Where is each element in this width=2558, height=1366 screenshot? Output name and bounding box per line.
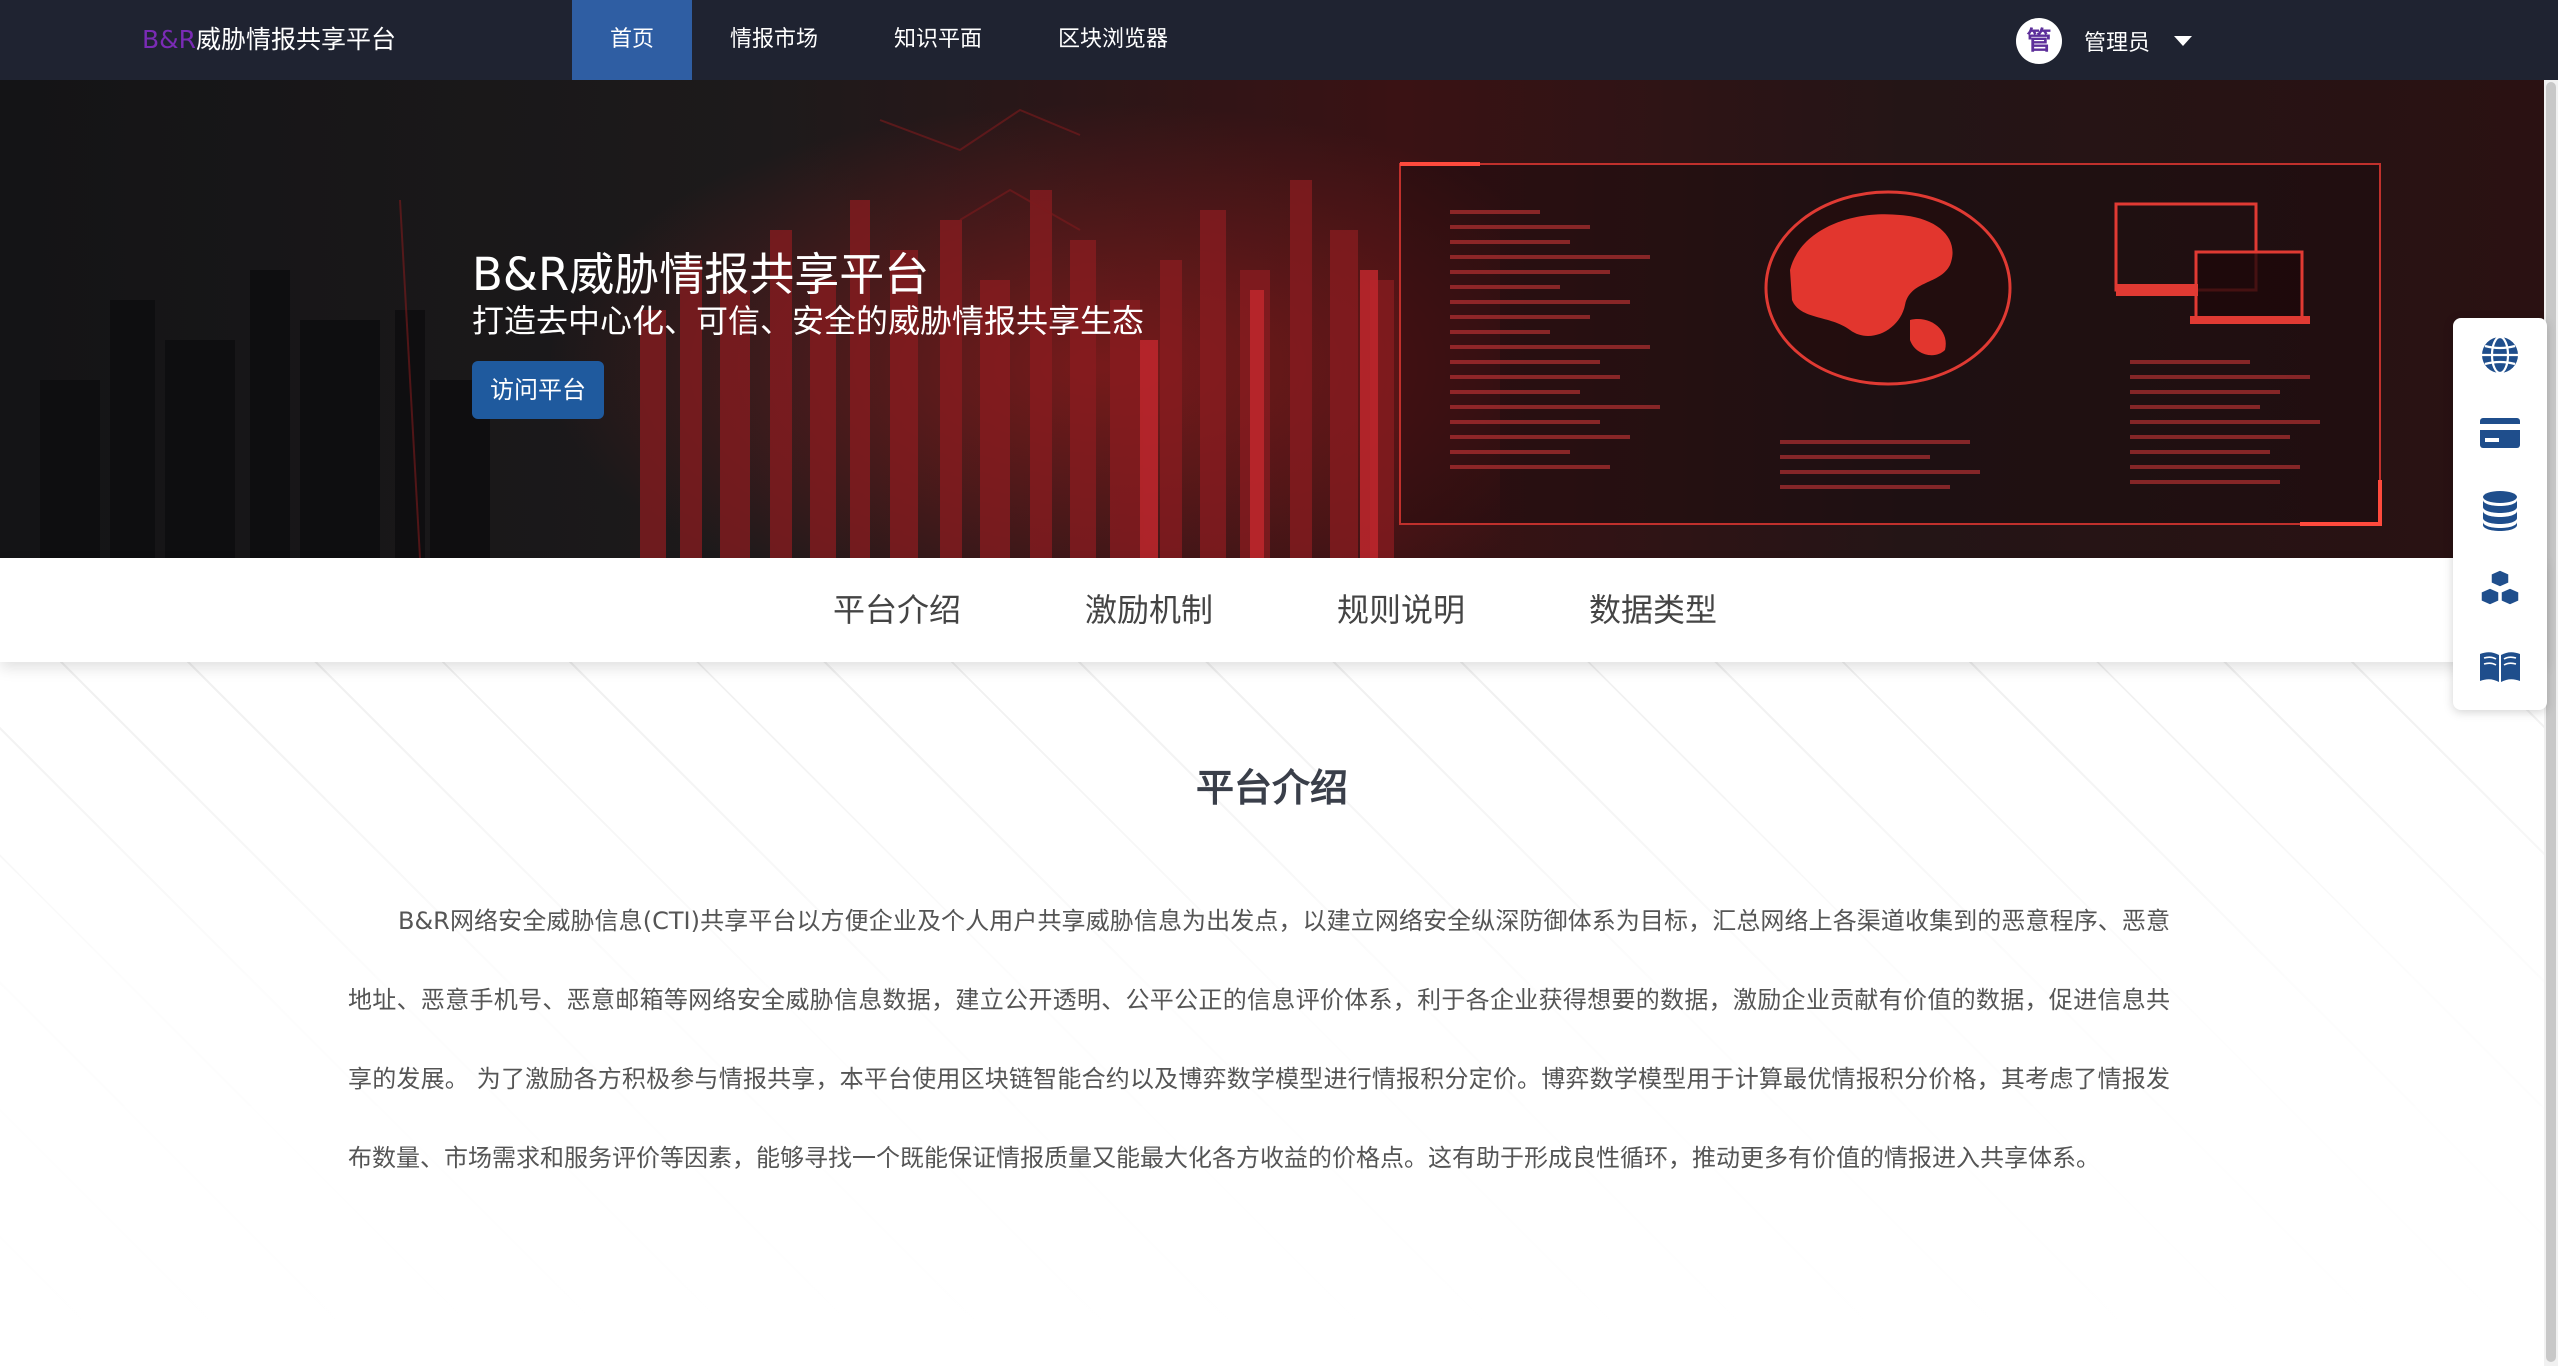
content-area: 平台介绍 B&R网络安全威胁信息(CTI)共享平台以方便企业及个人用户共享威胁信…	[0, 662, 2544, 1366]
chevron-down-icon[interactable]	[2174, 36, 2193, 46]
book-icon[interactable]	[2477, 644, 2523, 690]
section-tabs: 平台介绍 激励机制 规则说明 数据类型	[0, 558, 2544, 662]
nav-item-home[interactable]: 首页	[572, 0, 693, 80]
brand-name: 威胁情报共享平台	[196, 25, 397, 54]
globe-icon[interactable]	[2477, 332, 2523, 378]
section-title: 平台介绍	[1195, 766, 1348, 810]
section-body: B&R网络安全威胁信息(CTI)共享平台以方便企业及个人用户共享威胁信息为出发点…	[348, 907, 2170, 1172]
nav-item-knowledge-plane[interactable]: 知识平面	[856, 0, 1020, 80]
tab-platform-intro[interactable]: 平台介绍	[833, 558, 961, 662]
credit-card-icon[interactable]	[2477, 410, 2523, 456]
tab-data-types[interactable]: 数据类型	[1589, 558, 1717, 662]
nav-item-block-explorer[interactable]: 区块浏览器	[1020, 0, 1206, 80]
top-nav: B&R威胁情报共享平台 首页 情报市场 知识平面 区块浏览器 管 管理员	[0, 0, 2558, 80]
tab-rules[interactable]: 规则说明	[1337, 558, 1465, 662]
avatar[interactable]: 管	[2016, 18, 2062, 64]
hero-illustration	[40, 108, 2382, 558]
cubes-icon[interactable]	[2477, 566, 2523, 612]
user-menu[interactable]: 管 管理员	[2016, 18, 2193, 64]
hero-subtitle: 打造去中心化、可信、安全的威胁情报共享生态	[472, 302, 1145, 340]
nav-item-intel-market[interactable]: 情报市场	[692, 0, 856, 80]
database-icon[interactable]	[2477, 488, 2523, 534]
main-nav: 首页 情报市场 知识平面 区块浏览器	[572, 0, 1206, 80]
brand-prefix: B&R	[142, 25, 197, 54]
scrollbar-thumb[interactable]	[2546, 82, 2556, 1362]
side-toolbar	[2453, 318, 2547, 710]
hero-banner: B&R威胁情报共享平台 打造去中心化、可信、安全的威胁情报共享生态 访问平台	[0, 80, 2544, 558]
visit-platform-button[interactable]: 访问平台	[472, 361, 604, 419]
hero-title: B&R威胁情报共享平台	[472, 248, 930, 301]
brand-logo[interactable]: B&R威胁情报共享平台	[142, 0, 396, 80]
user-name[interactable]: 管理员	[2084, 25, 2150, 57]
tab-incentive-mechanism[interactable]: 激励机制	[1085, 558, 1213, 662]
